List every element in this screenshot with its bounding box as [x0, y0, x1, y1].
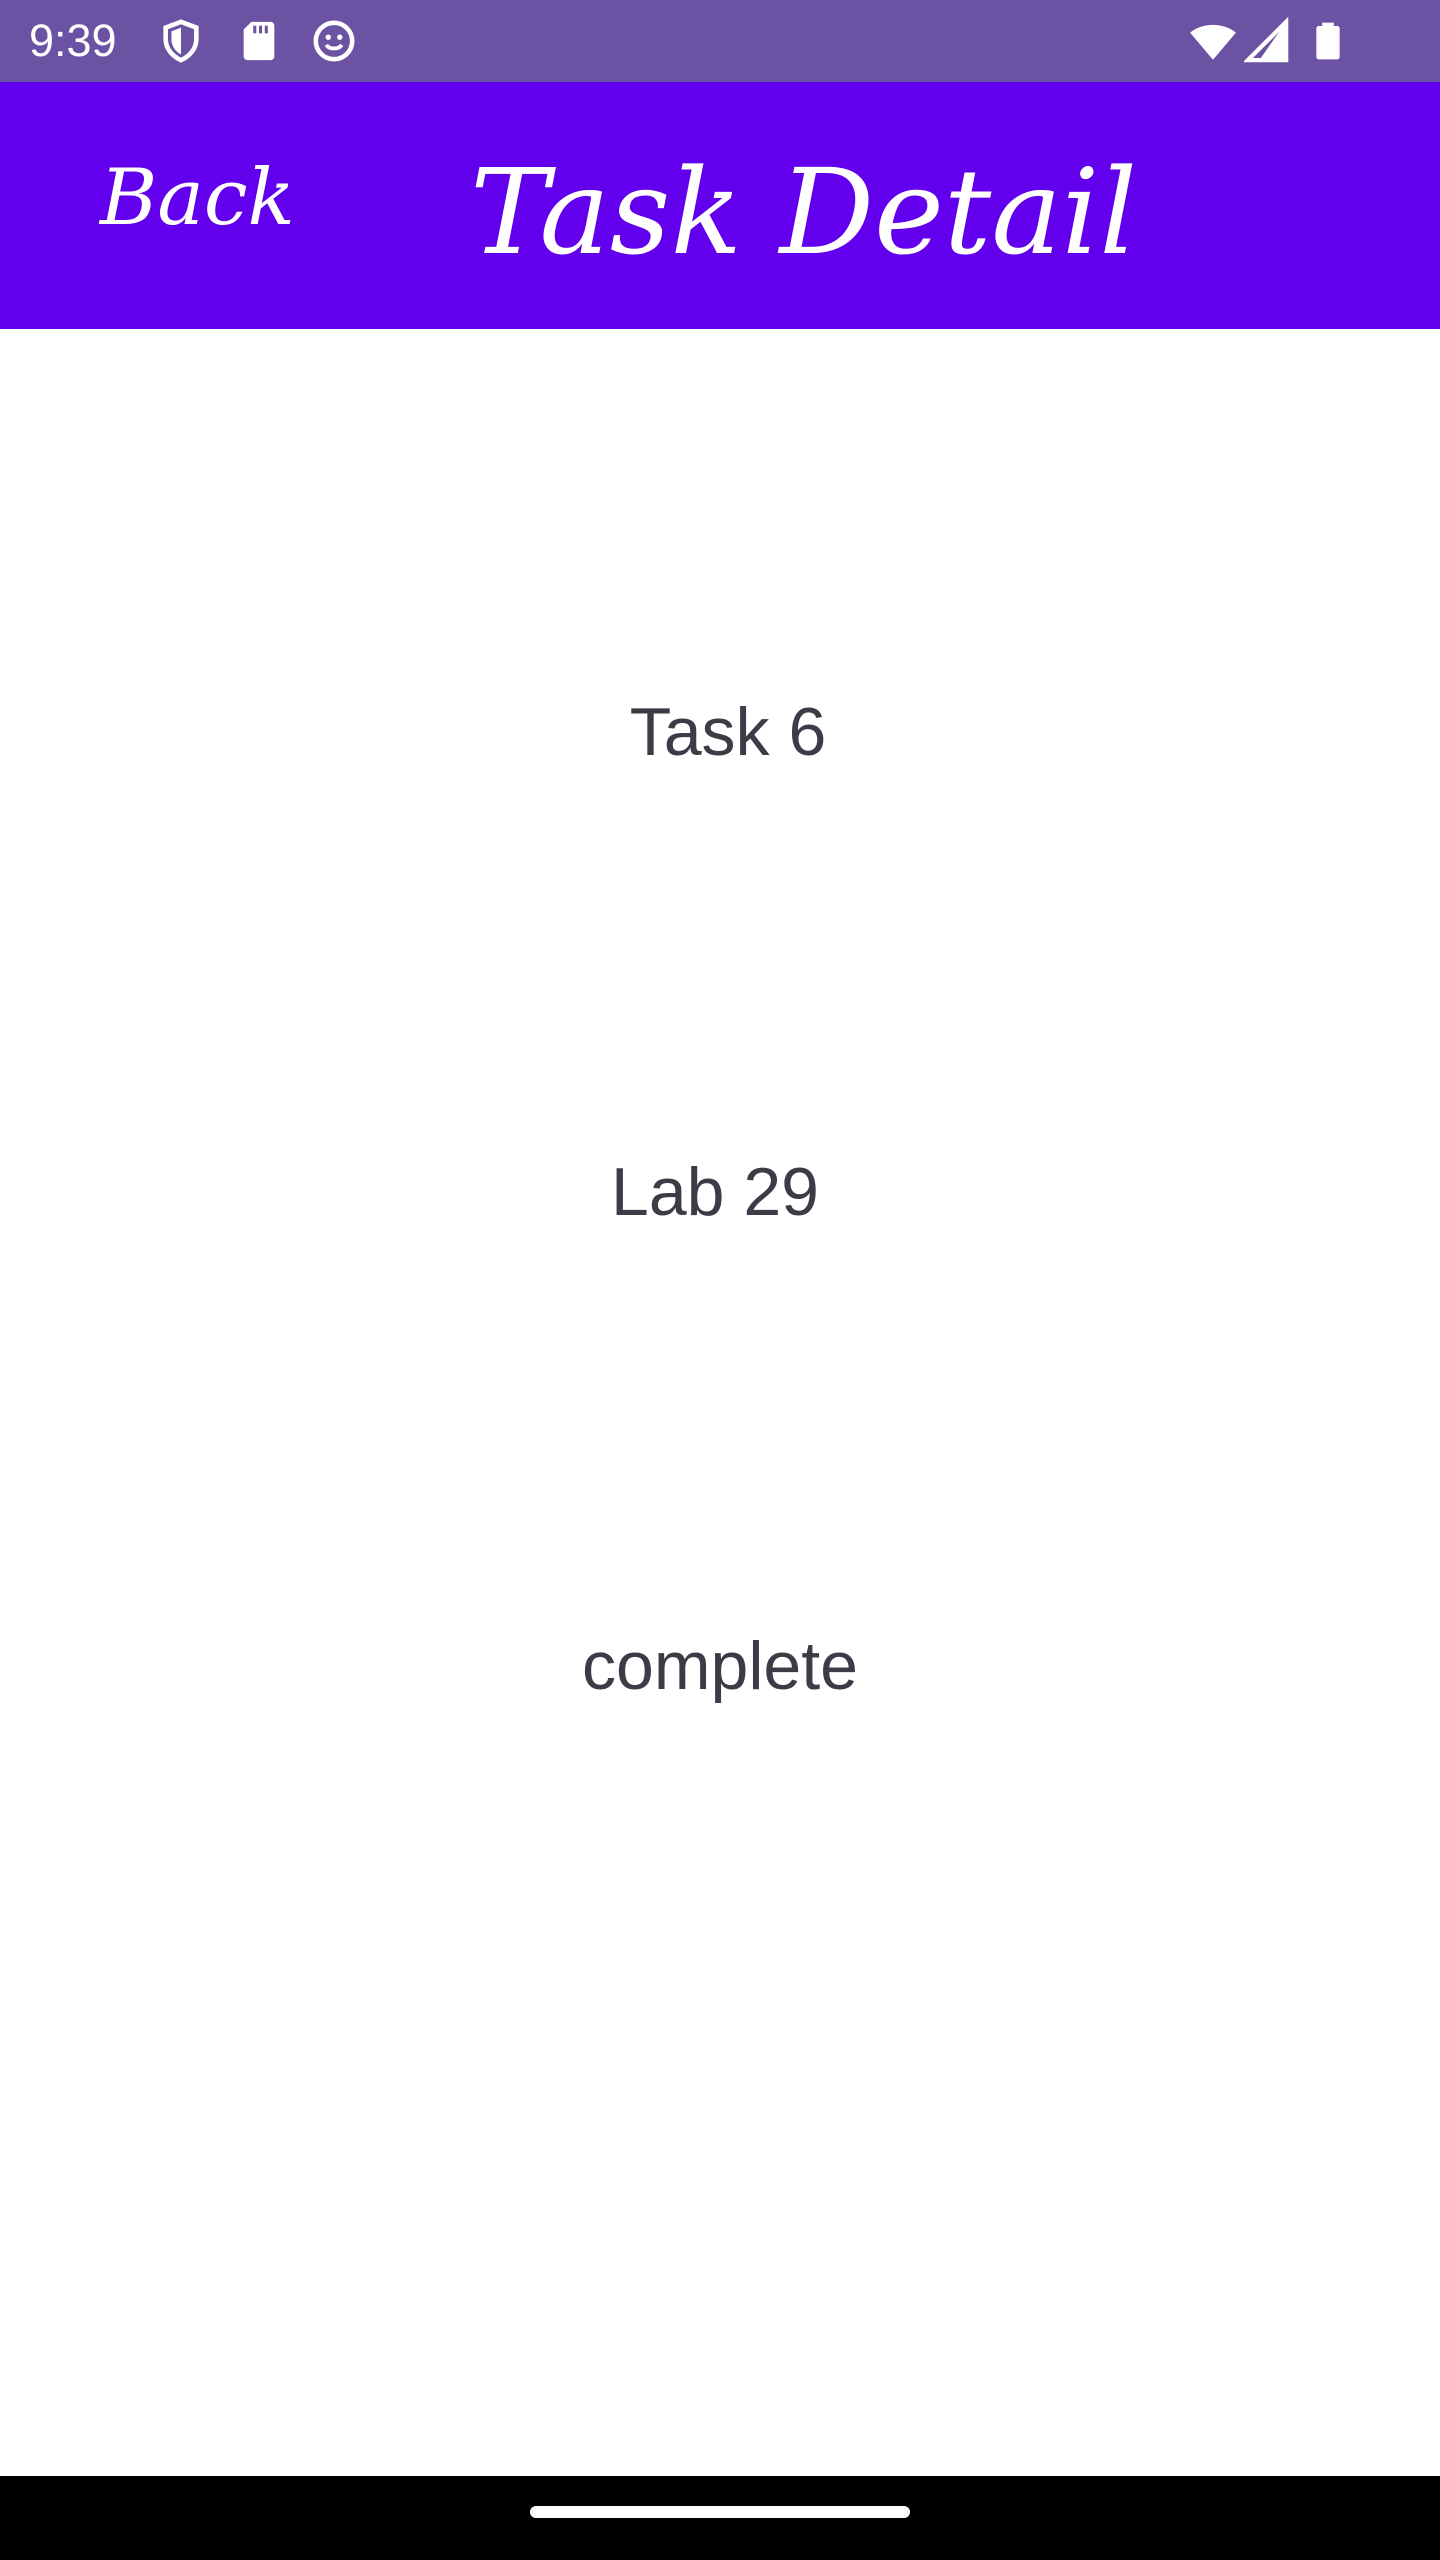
home-handle[interactable] — [530, 2506, 910, 2518]
page-title: Task Detail — [470, 143, 1138, 281]
task-body: Lab 29 — [611, 1154, 819, 1230]
battery-icon — [1308, 16, 1348, 66]
task-title: Task 6 — [629, 694, 827, 770]
back-button[interactable]: Back — [100, 148, 295, 248]
status-bar: 9:39 — [0, 0, 1440, 82]
wifi-icon — [1186, 16, 1240, 66]
navigation-bar — [0, 2476, 1440, 2560]
status-time: 9:39 — [29, 15, 117, 66]
smiley-face-icon — [311, 16, 357, 66]
app-bar: Back Task Detail — [0, 82, 1440, 329]
task-detail-screen: 9:39 Back Task Detail Task 6 Lab 29 comp… — [0, 0, 1440, 2560]
sd-card-icon — [236, 16, 282, 66]
signal-icon — [1244, 16, 1290, 66]
task-state: complete — [582, 1628, 858, 1704]
shield-icon — [158, 16, 204, 66]
